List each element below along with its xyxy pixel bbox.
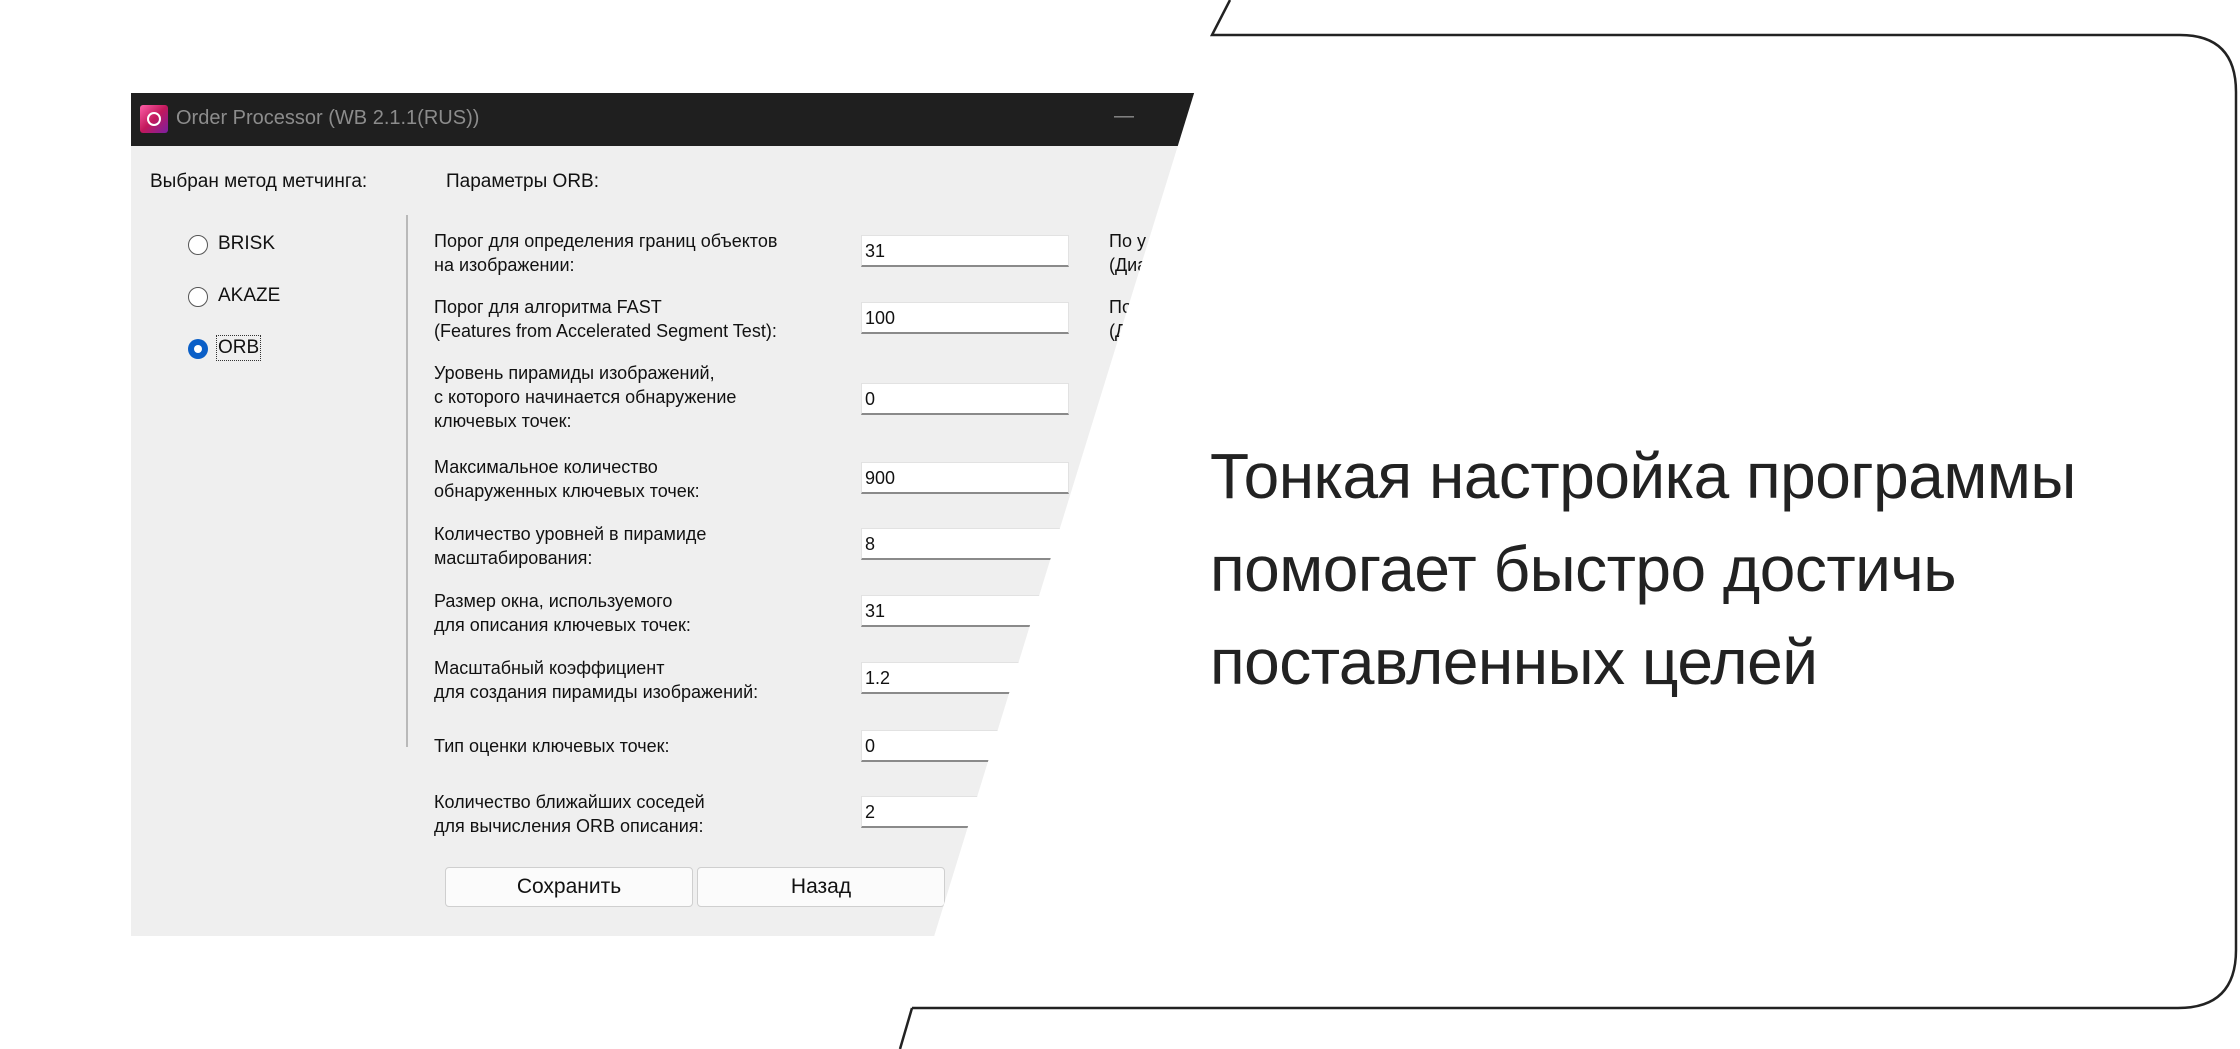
slide-tagline: Тонкая настройка программы помогает быст… xyxy=(1210,430,2190,709)
slide-border-tail xyxy=(898,1007,914,1049)
tagline-line: помогает быстро достичь xyxy=(1210,533,1957,605)
tagline-line: Тонкая настройка программы xyxy=(1210,440,2076,512)
tagline-line: поставленных целей xyxy=(1210,626,1818,698)
